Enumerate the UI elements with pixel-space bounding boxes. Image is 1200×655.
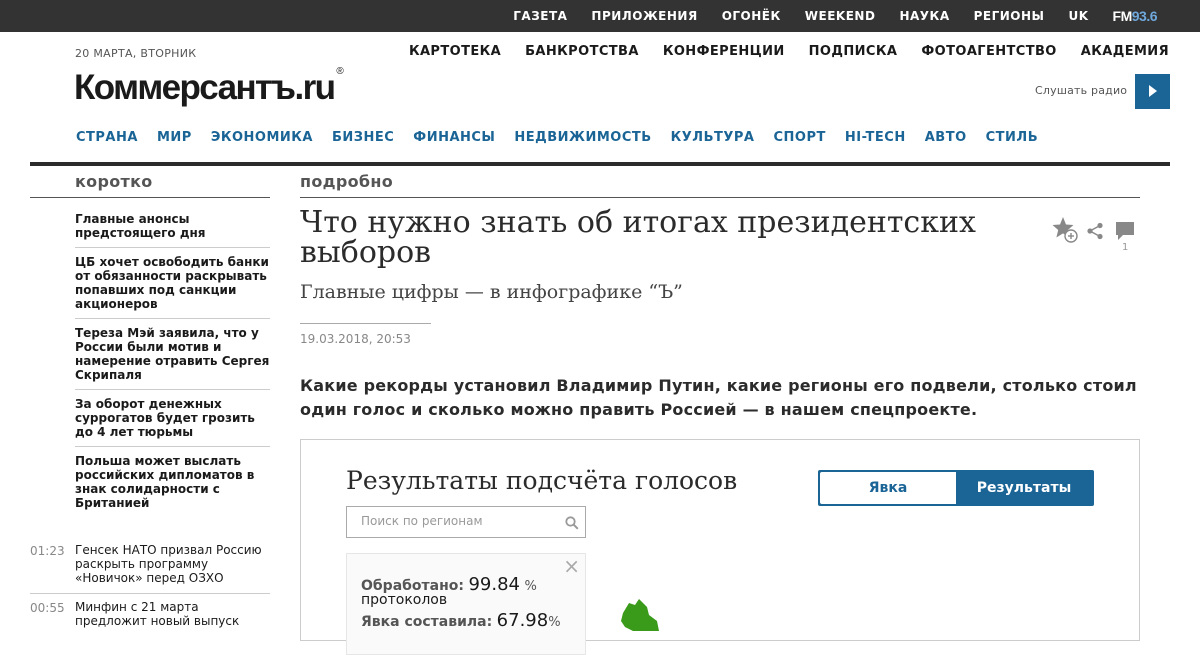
processed-sub: протоколов [361, 592, 448, 608]
turnout-unit: % [548, 615, 561, 630]
publish-date: 19.03.2018, 20:53 [300, 332, 411, 346]
nav-biznes[interactable]: БИЗНЕС [332, 130, 394, 145]
region-map[interactable] [613, 597, 663, 641]
fm-label: FM [1112, 8, 1133, 24]
list-item: За оборот денежных суррогатов будет гроз… [75, 397, 270, 447]
nav-strana[interactable]: СТРАНА [76, 130, 138, 145]
nav-hi-tech[interactable]: HI-TECH [845, 130, 906, 145]
turnout-value: 67.98 [496, 610, 549, 631]
site-logo[interactable]: Коммерсантъ.ru ® [74, 66, 344, 108]
turnout-tab[interactable]: Явка [820, 472, 956, 504]
list-item: ЦБ хочет освободить банки от обязанности… [75, 255, 270, 319]
list-item: Польша может выслать российских дипломат… [75, 454, 270, 517]
current-date: 20 МАРТА, ВТОРНИК [75, 47, 197, 60]
nav-kultura[interactable]: КУЛЬТУРА [671, 130, 755, 145]
top-link-regiony[interactable]: РЕГИОНЫ [974, 9, 1045, 23]
top-link-uk[interactable]: UK [1068, 9, 1088, 23]
secondary-nav: КАРТОТЕКА БАНКРОТСТВА КОНФЕРЕНЦИИ ПОДПИС… [385, 44, 1169, 59]
logo-text: Коммерсантъ.ru [74, 68, 336, 107]
results-tab[interactable]: Результаты [956, 472, 1092, 504]
turnout-stat: Явка составила: 67.98% [361, 610, 561, 631]
nav-sport[interactable]: СПОРТ [773, 130, 825, 145]
date-divider [300, 323, 431, 324]
list-item: 01:23 Генсек НАТО призвал Россию раскрыт… [30, 537, 270, 593]
list-item: Тереза Мэй заявила, что у России были мо… [75, 326, 270, 390]
top-bar: ГАЗЕТА ПРИЛОЖЕНИЯ ОГОНЁК WEEKEND НАУКА Р… [0, 0, 1200, 32]
registered-mark: ® [336, 66, 344, 78]
news-time: 01:23 [30, 544, 65, 558]
main-nav: СТРАНА МИР ЭКОНОМИКА БИЗНЕС ФИНАНСЫ НЕДВ… [76, 130, 1057, 145]
news-link[interactable]: Главные анонсы предстоящего дня [75, 212, 270, 240]
vote-stats-panel: × Обработано: 99.84 % протоколов Явка со… [346, 553, 586, 655]
short-news-list: Главные анонсы предстоящего дня ЦБ хочет… [75, 212, 270, 524]
fm-frequency: 93.6 [1131, 8, 1158, 24]
top-link-weekend[interactable]: WEEKEND [805, 9, 876, 23]
play-icon [1149, 85, 1157, 97]
election-results-widget: Результаты подсчёта голосов Явка Результ… [300, 439, 1140, 655]
secnav-konferencii[interactable]: КОНФЕРЕНЦИИ [663, 44, 785, 59]
map-region [621, 599, 659, 631]
view-toggle: Явка Результаты [818, 470, 1094, 506]
region-search [346, 506, 586, 538]
region-search-input[interactable] [347, 507, 561, 535]
nav-nedvizhimost[interactable]: НЕДВИЖИМОСТЬ [514, 130, 651, 145]
news-link[interactable]: Тереза Мэй заявила, что у России были мо… [75, 326, 270, 382]
top-link-prilozheniya[interactable]: ПРИЛОЖЕНИЯ [591, 9, 697, 23]
secnav-bankrotstva[interactable]: БАНКРОТСТВА [525, 44, 639, 59]
radio-play-button[interactable] [1135, 74, 1170, 109]
article-subtitle: Главные цифры — в инфографике “Ъ” [300, 281, 683, 303]
nav-mir[interactable]: МИР [157, 130, 192, 145]
nav-avto[interactable]: АВТО [925, 130, 967, 145]
close-icon[interactable]: × [563, 555, 580, 577]
share-icon[interactable] [1086, 222, 1104, 244]
short-news-heading: коротко [75, 172, 153, 191]
article-divider [300, 197, 1140, 198]
secnav-akademiya[interactable]: АКАДЕМИЯ [1081, 44, 1169, 59]
news-link[interactable]: Польша может выслать российских дипломат… [75, 454, 270, 510]
news-time: 00:55 [30, 601, 65, 615]
section-heading: подробно [300, 172, 394, 191]
favorite-add-icon[interactable] [1052, 216, 1078, 248]
article-lead: Какие рекорды установил Владимир Путин, … [300, 376, 1137, 419]
secnav-kartoteka[interactable]: КАРТОТЕКА [409, 44, 501, 59]
news-link[interactable]: Минфин с 21 марта предложит новый выпуск [75, 600, 270, 628]
search-icon[interactable] [565, 515, 579, 534]
widget-title: Результаты подсчёта голосов [346, 466, 738, 495]
news-link[interactable]: ЦБ хочет освободить банки от обязанности… [75, 255, 270, 311]
article-title: Что нужно знать об итогах президентских … [300, 205, 976, 270]
left-column-divider [30, 197, 270, 198]
list-item: Главные анонсы предстоящего дня [75, 212, 270, 248]
top-link-ogonek[interactable]: ОГОНЁК [722, 9, 781, 23]
news-link[interactable]: Генсек НАТО призвал Россию раскрыть прог… [75, 543, 270, 585]
comment-count: 1 [1122, 242, 1129, 253]
processed-value: 99.84 [468, 574, 520, 595]
top-link-nauka[interactable]: НАУКА [899, 9, 949, 23]
news-link[interactable]: За оборот денежных суррогатов будет гроз… [75, 397, 270, 439]
timed-news-list: 01:23 Генсек НАТО призвал Россию раскрыт… [30, 537, 270, 636]
top-link-gazeta[interactable]: ГАЗЕТА [513, 9, 567, 23]
top-nav: ГАЗЕТА ПРИЛОЖЕНИЯ ОГОНЁК WEEKEND НАУКА Р… [489, 0, 1157, 32]
processed-unit: % [524, 579, 537, 594]
nav-stil[interactable]: СТИЛЬ [986, 130, 1039, 145]
fm-radio-link[interactable]: FM93.6 [1112, 8, 1158, 24]
secnav-fotoagentstvo[interactable]: ФОТОАГЕНТСТВО [921, 44, 1056, 59]
nav-finansy[interactable]: ФИНАНСЫ [413, 130, 495, 145]
nav-ekonomika[interactable]: ЭКОНОМИКА [211, 130, 313, 145]
secnav-podpiska[interactable]: ПОДПИСКА [809, 44, 898, 59]
header-divider [30, 162, 1170, 166]
turnout-label: Явка составила: [361, 614, 493, 630]
listen-radio-label: Слушать радио [1035, 84, 1128, 97]
